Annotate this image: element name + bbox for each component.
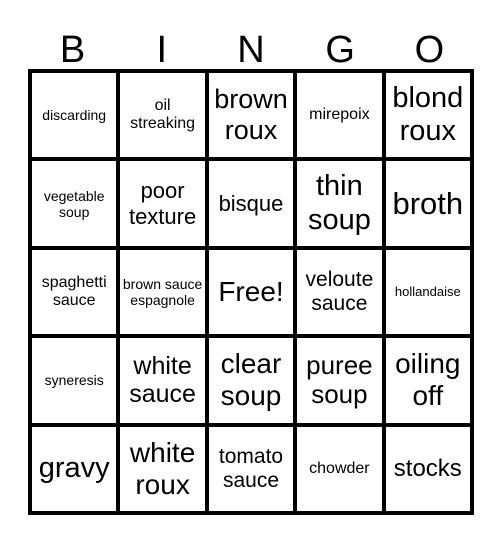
bingo-cell-label: brown sauce espagnole [122,275,203,308]
bingo-cell-label: white roux [129,436,196,500]
bingo-cell-label: poor texture [128,178,197,229]
bingo-header: B I N G O [28,28,474,72]
bingo-cell[interactable]: poor texture [118,159,207,248]
bingo-cell[interactable]: white sauce [118,336,207,425]
bingo-cell[interactable]: vegetable soup [30,159,119,248]
bingo-cell-label: stocks [393,455,462,482]
bingo-cell-label: thin soup [307,170,371,236]
bingo-cell-label: white sauce [129,351,196,409]
bingo-cell-label: blond roux [392,81,464,148]
bingo-cell-label: gravy [38,452,110,485]
bingo-cell[interactable]: brown sauce espagnole [118,247,207,337]
bingo-cell[interactable]: spaghetti sauce [30,247,119,337]
bingo-cell-label: broth [392,185,464,221]
bingo-cell-label: chowder [309,459,370,477]
bingo-cell-label: syneresis [44,372,104,389]
bingo-cell-label: discarding [42,107,107,124]
free-space-cell[interactable]: Free! [206,247,296,337]
bingo-cell[interactable]: veloute sauce [295,247,384,337]
bingo-cell[interactable]: white roux [118,424,207,513]
bingo-cell-label: brown roux [214,84,288,146]
bingo-cell[interactable]: oil streaking [118,71,207,160]
bingo-cell-label: oiling off [395,348,461,412]
bingo-cell-label: Free! [218,275,284,307]
bingo-cell-label: mirepoix [309,106,370,123]
header-letter-n: N [237,29,265,71]
bingo-cell-label: tomato sauce [218,444,284,492]
bingo-cell-label: oil streaking [130,96,196,133]
header-letter-b: B [59,29,86,71]
header-letter-i: I [156,29,168,71]
bingo-cell[interactable]: mirepoix [295,71,384,160]
bingo-cell-label: veloute sauce [305,267,374,315]
bingo-cell[interactable]: tomato sauce [206,424,296,513]
bingo-cell[interactable]: gravy [30,424,119,513]
bingo-cell-label: hollandaise [394,283,461,299]
bingo-cell-label: bisque [218,190,284,216]
bingo-cell[interactable]: brown roux [206,71,296,160]
bingo-cell[interactable]: broth [383,159,472,248]
header-letter-o: O [414,29,445,71]
header-letter-g: G [325,29,355,71]
bingo-cell[interactable]: hollandaise [383,247,472,337]
bingo-cell[interactable]: bisque [206,159,296,248]
bingo-cell[interactable]: puree soup [295,336,384,425]
bingo-cell-label: spaghetti sauce [41,273,107,309]
bingo-cell[interactable]: oiling off [383,336,472,425]
bingo-cell-label: vegetable soup [43,187,105,220]
bingo-cell-label: puree soup [306,349,373,410]
bingo-card-grid: discarding oil streaking brown roux mirepoi… [28,69,474,515]
bingo-cell[interactable]: thin soup [295,159,384,248]
bingo-cell[interactable]: stocks [383,424,472,513]
bingo-cell[interactable]: chowder [295,424,384,513]
bingo-cell[interactable]: syneresis [30,336,119,425]
bingo-cell[interactable]: discarding [30,71,119,160]
bingo-cell[interactable]: blond roux [383,71,472,160]
bingo-cell[interactable]: clear soup [206,336,296,425]
bingo-cell-label: clear soup [220,348,282,412]
